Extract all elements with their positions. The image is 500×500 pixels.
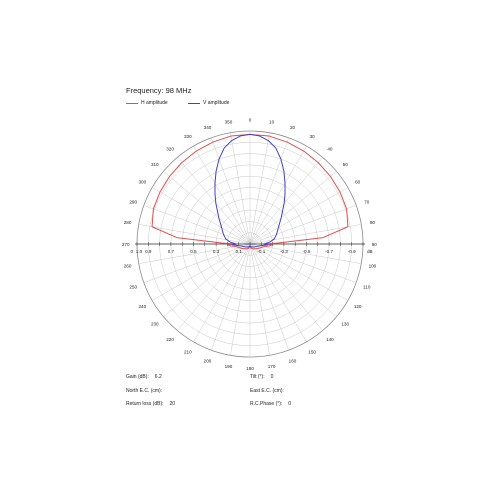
return-value: 20 [169,401,176,407]
phase-value: 0 [288,401,292,407]
radial-tick-label: -0.5 [303,249,311,254]
angle-tick-label: 170 [268,364,276,369]
radial-tick-label: 0.9 [145,249,152,254]
tilt-label: Tilt (°): [250,374,265,380]
tilt-info: Tilt (°): 0 [250,374,273,380]
angle-tick-label: 340 [204,125,212,130]
angle-tick-label: 190 [225,364,233,369]
angle-tick-label: 350 [225,119,233,124]
antenna-pattern-page: Frequency: 98 MHz H amplitude V amplitud… [0,0,500,500]
angle-tick-label: 20 [290,125,296,130]
gain-label: Gain (dB): [126,374,149,380]
angle-tick-label: 110 [363,284,371,289]
radial-tick-label: 0.1 [236,249,243,254]
radial-tick-label: 0.7 [168,249,175,254]
angle-tick-label: 40 [327,147,333,152]
angle-tick-label: 300 [139,180,147,185]
angle-tick-label: 180 [246,366,254,371]
axis-unit-label: dB [367,249,373,254]
angle-tick-label: 320 [166,147,174,152]
angle-tick-label: 330 [184,134,192,139]
angle-tick-label: 160 [289,359,297,364]
angle-tick-label: 30 [310,134,316,139]
angle-tick-label: 250 [129,284,137,289]
radial-tick-label: 0.5 [190,249,197,254]
angle-tick-label: 220 [166,337,174,342]
axis-left-end-label-2: 1.0 [136,249,143,254]
angle-tick-label: 60 [355,180,361,185]
tilt-value: 0 [270,374,274,380]
angle-tick-label: 230 [151,322,159,327]
angle-tick-label: 70 [364,199,370,204]
return-info: Return loss (dB): 20 [126,401,175,407]
radial-tick-label: -0.1 [257,249,265,254]
angle-tick-label: 0 [249,118,252,123]
angle-tick-label: 210 [184,349,192,354]
angle-tick-label: 80 [370,220,376,225]
angle-tick-label: 200 [204,359,212,364]
east-info: East E.C. (cm): [250,388,290,394]
angle-tick-label: 150 [308,349,316,354]
polar-chart: 0 10 20 30 40 50 60 70 80 90 100 110 120 130 140 150 160… [122,118,378,372]
angle-tick-label: 290 [129,199,137,204]
east-label: East E.C. (cm): [250,388,284,394]
angle-tick-label: 10 [269,119,275,124]
angle-tick-label: 280 [124,220,132,225]
angle-tick-label: 50 [343,162,349,167]
phase-label: R.C.Phase (°): [250,401,283,407]
radial-tick-label: 0.3 [213,249,220,254]
axis-left-end-label: 0 [130,249,133,254]
angle-tick-label: 130 [341,322,349,327]
angle-tick-label: 310 [151,162,159,167]
angle-tick-label: 270 [122,242,130,247]
gain-info: Gain (dB): 6.2 [126,374,162,380]
angle-tick-label: 140 [326,337,334,342]
angle-tick-label: 100 [369,263,377,268]
north-label: North E.C. (cm): [126,388,163,394]
radial-tick-label: -0.9 [348,249,356,254]
angle-tick-label: 240 [139,304,147,309]
phase-info: R.C.Phase (°): 0 [250,401,291,407]
gain-value: 6.2 [154,374,162,380]
angle-tick-label: 90 [372,242,378,247]
return-label: Return loss (dB): [126,401,164,407]
radial-tick-label: -0.3 [280,249,288,254]
north-info: North E.C. (cm): [126,388,168,394]
angle-tick-label: 120 [354,304,362,309]
radial-tick-label: -0.7 [325,249,333,254]
angle-tick-label: 260 [124,263,132,268]
